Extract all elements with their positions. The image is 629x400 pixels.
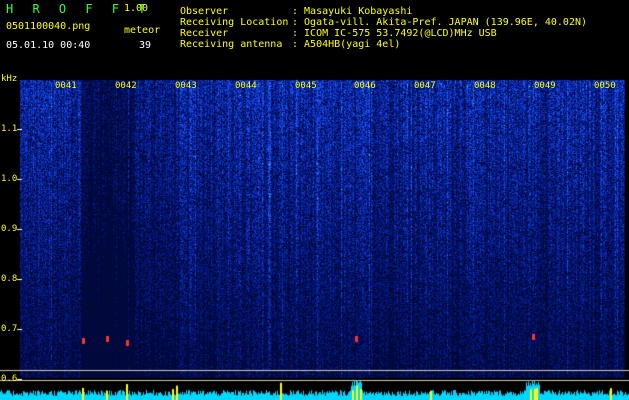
info-observer: Observer : Masayuki Kobayashi: [180, 6, 412, 17]
info-location: Receiving Location: Ogata-vill. Akita-Pr…: [180, 17, 587, 28]
time-tick-label: 0042: [115, 81, 137, 91]
y-tick-label: 0.7: [1, 324, 18, 334]
info-value: : A504HB(yagi 4el): [292, 39, 401, 50]
time-tick-label: 0041: [55, 81, 77, 91]
time-tick-label: 0050: [594, 81, 616, 91]
info-key: Observer: [180, 6, 229, 17]
date-time: 05.01.10 00:40: [6, 40, 91, 51]
time-tick-label: 0044: [235, 81, 257, 91]
time-tick-label: 0049: [534, 81, 556, 91]
time-tick-label: 0045: [295, 81, 317, 91]
y-tick-label: 0.9: [1, 224, 18, 234]
meteor-label: meteor: [124, 25, 161, 36]
axis-unit: kHz: [1, 74, 18, 84]
y-tick-label: 1.1: [1, 124, 18, 134]
info-value: : Ogata-vill. Akita-Pref. JAPAN (139.96E…: [292, 17, 588, 28]
time-tick-label: 0047: [414, 81, 436, 91]
info-receiver: Receiver : ICOM IC-575 53.7492(@LCD)MHz U…: [180, 28, 497, 39]
time-tick-label: 0048: [474, 81, 496, 91]
app-version: 1.00: [124, 3, 149, 14]
file-name: 0501100040.png: [6, 21, 91, 32]
info-key: Receiving antenna: [180, 39, 283, 50]
time-tick-label: 0046: [354, 81, 376, 91]
info-value: : ICOM IC-575 53.7492(@LCD)MHz USB: [292, 28, 497, 39]
hroff-screen: H R O F F T 1.00 0501100040.png meteor 0…: [0, 0, 629, 400]
spectrogram-canvas: [0, 0, 629, 400]
info-value: : Masayuki Kobayashi: [292, 6, 413, 17]
info-key: Receiving Location: [180, 17, 289, 28]
time-tick-label: 0043: [175, 81, 197, 91]
meteor-count: 39: [139, 40, 152, 51]
info-antenna: Receiving antenna : A504HB(yagi 4el): [180, 39, 400, 50]
info-key: Receiver: [180, 28, 229, 39]
y-tick-label: 0.8: [1, 274, 18, 284]
y-tick-label: 1.0: [1, 174, 18, 184]
y-tick-label: 0.6: [1, 374, 18, 384]
